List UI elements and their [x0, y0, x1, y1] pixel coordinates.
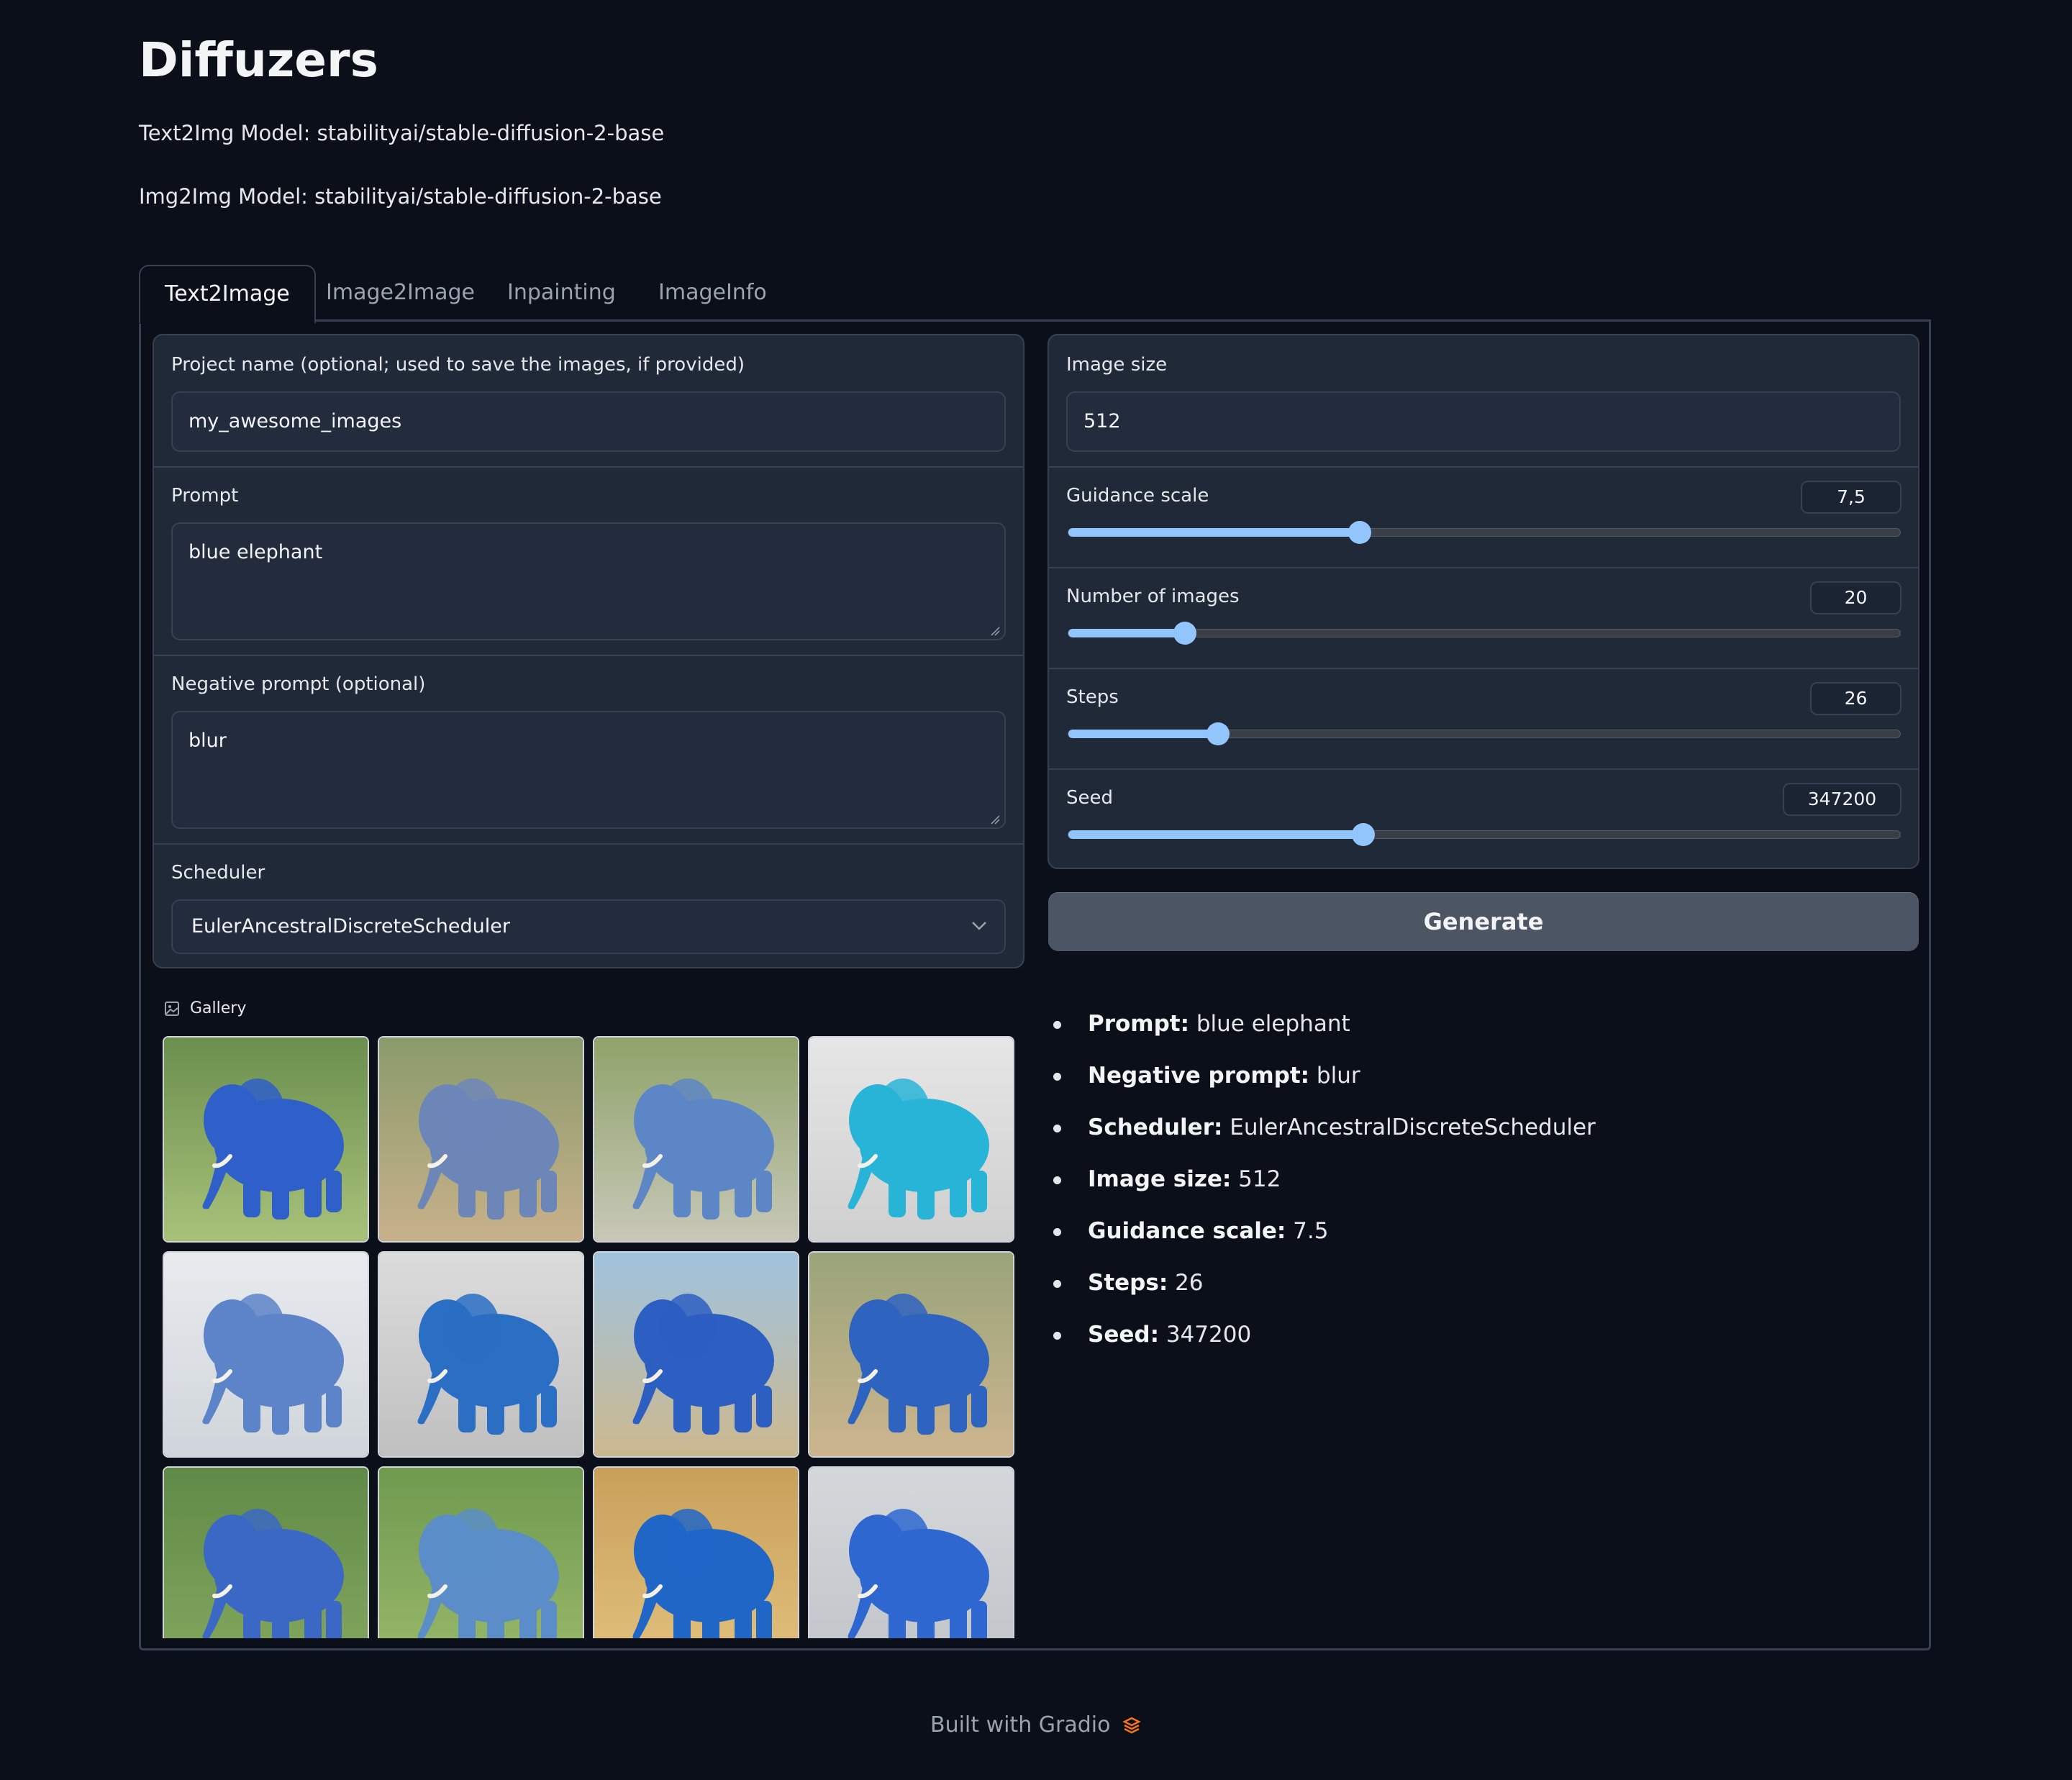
info-key: Prompt: [1088, 1011, 1190, 1037]
seed-slider[interactable] [1068, 823, 1901, 846]
gallery-thumbnail[interactable] [163, 1036, 369, 1243]
prompt-value: blue elephant [188, 541, 323, 563]
info-key: Seed: [1088, 1322, 1159, 1348]
gallery-thumbnail[interactable] [808, 1251, 1014, 1458]
slider-fill [1068, 629, 1185, 637]
resize-grip-icon[interactable] [990, 814, 1000, 825]
number-of-images-slider[interactable] [1068, 622, 1901, 645]
info-key: Guidance scale: [1088, 1218, 1286, 1244]
negative-prompt-value: blur [188, 730, 227, 752]
img2img-model-text: Img2Img Model: stabilityai/stable-diffus… [139, 184, 662, 209]
info-item: Scheduler: EulerAncestralDiscreteSchedul… [1050, 1107, 1596, 1159]
gallery-thumbnail[interactable] [593, 1466, 799, 1638]
slider-fill [1068, 730, 1219, 738]
scheduler-dropdown[interactable]: EulerAncestralDiscreteScheduler [171, 899, 1006, 954]
gradio-logo-icon [1122, 1717, 1141, 1734]
steps-number[interactable]: 26 [1810, 682, 1901, 715]
chevron-down-icon [972, 922, 986, 930]
info-item: Negative prompt: blur [1050, 1055, 1596, 1107]
gallery-thumbnail[interactable] [163, 1466, 369, 1638]
gallery-title: Gallery [190, 999, 247, 1017]
negative-prompt-label: Negative prompt (optional) [171, 673, 426, 695]
gallery-label: Gallery [164, 999, 246, 1017]
tab-imageinfo[interactable]: ImageInfo [658, 265, 767, 321]
divider [154, 843, 1023, 845]
gallery-thumbnail[interactable] [593, 1251, 799, 1458]
page-title: Diffuzers [139, 32, 378, 88]
gallery-thumbnail[interactable] [378, 1251, 584, 1458]
info-key: Negative prompt: [1088, 1063, 1310, 1089]
info-item: Image size: 512 [1050, 1159, 1596, 1211]
info-key: Image size: [1088, 1166, 1232, 1192]
tab-bar: Text2Image Image2Image Inpainting ImageI… [139, 265, 1934, 324]
seed-number[interactable]: 347200 [1783, 783, 1901, 816]
info-value: EulerAncestralDiscreteScheduler [1222, 1114, 1596, 1140]
info-value: 7.5 [1286, 1218, 1329, 1244]
gallery-thumbnail[interactable] [163, 1251, 369, 1458]
prompt-label: Prompt [171, 485, 239, 507]
prompt-textarea[interactable]: blue elephant [171, 522, 1006, 640]
slider-thumb[interactable] [1348, 521, 1371, 544]
gallery-thumbnail[interactable] [593, 1036, 799, 1243]
info-value: 26 [1168, 1270, 1204, 1296]
gallery-grid[interactable] [163, 1036, 1016, 1638]
footer: Built with Gradio [0, 1712, 2072, 1738]
seed-label: Seed [1066, 787, 1113, 809]
gallery-thumbnail[interactable] [808, 1036, 1014, 1243]
footer-text[interactable]: Built with Gradio [930, 1712, 1110, 1738]
right-form-block: Image size 512 Guidance scale 7,5 Number… [1048, 334, 1919, 869]
gallery-thumbnail[interactable] [378, 1036, 584, 1243]
slider-thumb[interactable] [1173, 622, 1196, 645]
number-of-images-label: Number of images [1066, 586, 1240, 607]
gallery-thumbnail[interactable] [378, 1466, 584, 1638]
info-value: blue elephant [1189, 1011, 1350, 1037]
image-size-label: Image size [1066, 354, 1168, 376]
project-name-value: my_awesome_images [188, 410, 402, 432]
generation-info-list: Prompt: blue elephant Negative prompt: bl… [1050, 1004, 1596, 1366]
guidance-scale-label: Guidance scale [1066, 485, 1209, 507]
info-item: Steps: 26 [1050, 1263, 1596, 1314]
info-value: 347200 [1158, 1322, 1252, 1348]
slider-fill [1068, 830, 1364, 839]
divider [154, 466, 1023, 468]
slider-thumb[interactable] [1207, 722, 1230, 745]
image-size-input[interactable]: 512 [1066, 391, 1901, 452]
image-icon [165, 1001, 179, 1016]
tab-image2image[interactable]: Image2Image [326, 265, 475, 321]
steps-label: Steps [1066, 686, 1119, 708]
divider [1049, 668, 1918, 669]
left-form-block: Project name (optional; used to save the… [153, 334, 1024, 968]
info-item: Guidance scale: 7.5 [1050, 1211, 1596, 1263]
guidance-scale-number[interactable]: 7,5 [1801, 481, 1901, 514]
info-item: Seed: 347200 [1050, 1314, 1596, 1366]
project-name-input[interactable]: my_awesome_images [171, 391, 1006, 452]
info-value: 512 [1231, 1166, 1281, 1192]
divider [1049, 567, 1918, 568]
negative-prompt-textarea[interactable]: blur [171, 711, 1006, 829]
generate-button[interactable]: Generate [1048, 892, 1919, 951]
guidance-scale-slider[interactable] [1068, 521, 1901, 544]
text2img-model-text: Text2Img Model: stabilityai/stable-diffu… [139, 121, 665, 145]
tab-text2image[interactable]: Text2Image [139, 265, 316, 324]
scheduler-label: Scheduler [171, 862, 265, 884]
project-name-label: Project name (optional; used to save the… [171, 354, 745, 376]
info-key: Scheduler: [1088, 1114, 1223, 1140]
info-value: blur [1309, 1063, 1360, 1089]
app-page: Diffuzers Text2Img Model: stabilityai/st… [0, 0, 2072, 1780]
divider [154, 655, 1023, 656]
gallery-thumbnail[interactable] [808, 1466, 1014, 1638]
divider [1049, 768, 1918, 770]
number-of-images-number[interactable]: 20 [1810, 581, 1901, 614]
info-item: Prompt: blue elephant [1050, 1004, 1596, 1055]
slider-thumb[interactable] [1352, 823, 1376, 846]
steps-slider[interactable] [1068, 722, 1901, 745]
resize-grip-icon[interactable] [990, 626, 1000, 636]
scheduler-value: EulerAncestralDiscreteScheduler [191, 915, 510, 937]
slider-fill [1068, 528, 1360, 537]
info-key: Steps: [1088, 1270, 1168, 1296]
image-size-value: 512 [1083, 410, 1121, 432]
tab-inpainting[interactable]: Inpainting [507, 265, 616, 321]
divider [1049, 466, 1918, 468]
